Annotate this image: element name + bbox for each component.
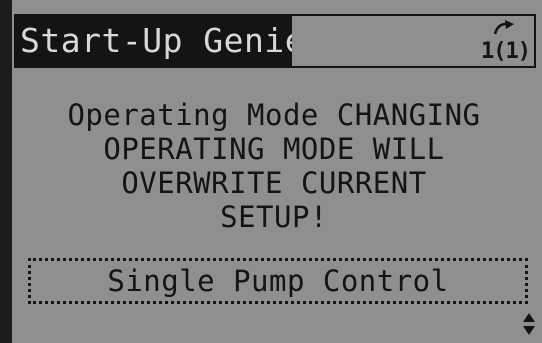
setup-indicator: 1(1) bbox=[478, 20, 531, 64]
message-line: OVERWRITE CURRENT bbox=[121, 166, 427, 200]
message-line: OPERATING MODE WILL bbox=[103, 132, 445, 166]
setup-arrow-icon bbox=[493, 20, 514, 35]
warning-message: Operating Mode CHANGING OPERATING MODE W… bbox=[14, 98, 534, 234]
setup-number: 1(1) bbox=[481, 39, 531, 64]
display-bezel bbox=[0, 0, 12, 343]
message-line: Operating Mode CHANGING bbox=[67, 98, 481, 132]
selected-value-field[interactable]: Single Pump Control bbox=[28, 258, 528, 304]
lcd-display: Start-Up Genie 1(1) Operating Mode CHANG… bbox=[0, 0, 542, 343]
up-down-arrows-icon[interactable] bbox=[522, 312, 536, 336]
screen-title: Start-Up Genie bbox=[16, 16, 292, 66]
message-line: SETUP! bbox=[220, 200, 328, 234]
header-bar: Start-Up Genie 1(1) bbox=[14, 14, 536, 68]
